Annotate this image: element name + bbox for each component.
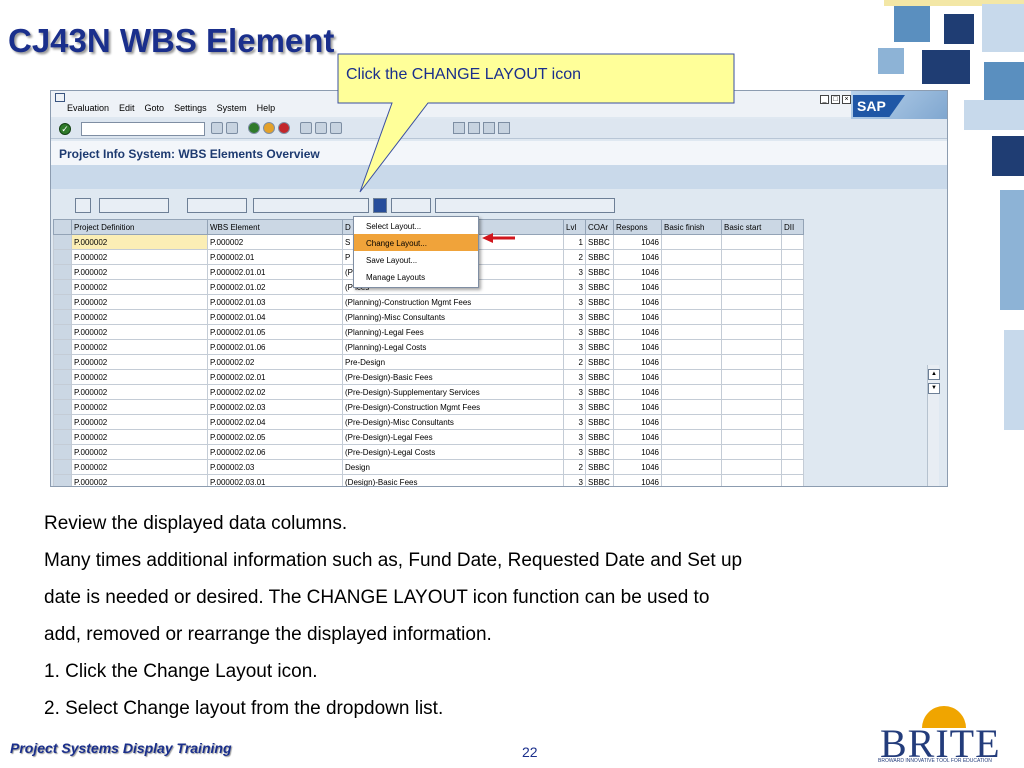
instruction-line: add, removed or rearrange the displayed …: [44, 624, 492, 645]
page-number: 22: [522, 744, 538, 760]
instruction-line: Review the displayed data columns.: [44, 513, 348, 534]
footer-title: Project Systems Display Training: [10, 740, 232, 756]
instruction-line: 1. Click the Change Layout icon.: [44, 661, 318, 682]
instructions: Review the displayed data columns. Many …: [44, 505, 994, 727]
brite-tagline: BROWARD INNOVATIVE TOOL FOR EDUCATION: [878, 758, 992, 764]
brite-logo: BRITE BROWARD INNOVATIVE TOOL FOR EDUCAT…: [874, 706, 1020, 766]
instruction-line: date is needed or desired. The CHANGE LA…: [44, 587, 710, 608]
instruction-line: 2. Select Change layout from the dropdow…: [44, 698, 444, 719]
instruction-line: Many times additional information such a…: [44, 550, 743, 571]
callout-text: Click the CHANGE LAYOUT icon: [346, 66, 582, 83]
